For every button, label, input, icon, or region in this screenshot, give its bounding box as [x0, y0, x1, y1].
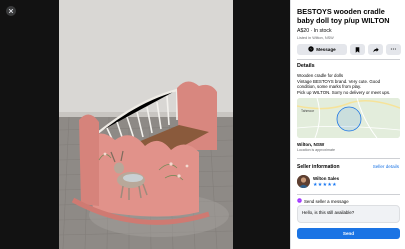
seller-details-link[interactable]: Seller details: [373, 164, 399, 169]
location-name: Wilton, NSW: [297, 142, 325, 147]
seller-name[interactable]: Wilton Sales: [313, 176, 339, 181]
details-heading: Details: [297, 63, 315, 69]
more-icon[interactable]: ···: [386, 44, 401, 55]
listing-photo: [59, 0, 233, 249]
send-message-heading: Send seller a message: [297, 198, 349, 204]
avatar[interactable]: [297, 175, 310, 188]
photo-viewer: [0, 0, 290, 249]
map-label: Tahmoor: [301, 109, 315, 113]
listing-panel: BESTOYS wooden cradle baby doll toy p/up…: [290, 0, 405, 249]
message-button[interactable]: Message: [297, 44, 347, 55]
seller-rating: ★★★★★: [313, 182, 337, 188]
listing-price: A$20 · In stock: [297, 28, 332, 34]
bookmark-icon[interactable]: [350, 44, 365, 55]
divider: [297, 59, 400, 60]
send-button[interactable]: Send: [297, 228, 400, 239]
listing-location-meta: Listed in Wilton, NSW: [297, 36, 334, 40]
details-description: Wooden cradle for dolls Vintage BESTOYS …: [297, 73, 391, 95]
action-bar: Message ···: [297, 44, 401, 55]
message-button-label: Message: [316, 47, 336, 52]
message-input[interactable]: Hello, is this still available?: [297, 205, 400, 223]
location-map[interactable]: Tahmoor: [297, 98, 400, 138]
messenger-icon: [308, 46, 314, 53]
share-icon[interactable]: [368, 44, 383, 55]
listing-title: BESTOYS wooden cradle baby doll toy p/up…: [297, 7, 390, 25]
close-icon[interactable]: [6, 6, 16, 16]
messenger-icon: [297, 198, 302, 204]
divider: [297, 194, 400, 195]
location-note: Location is approximate: [297, 148, 335, 152]
divider: [297, 158, 400, 159]
seller-heading: Seller information: [297, 164, 340, 170]
